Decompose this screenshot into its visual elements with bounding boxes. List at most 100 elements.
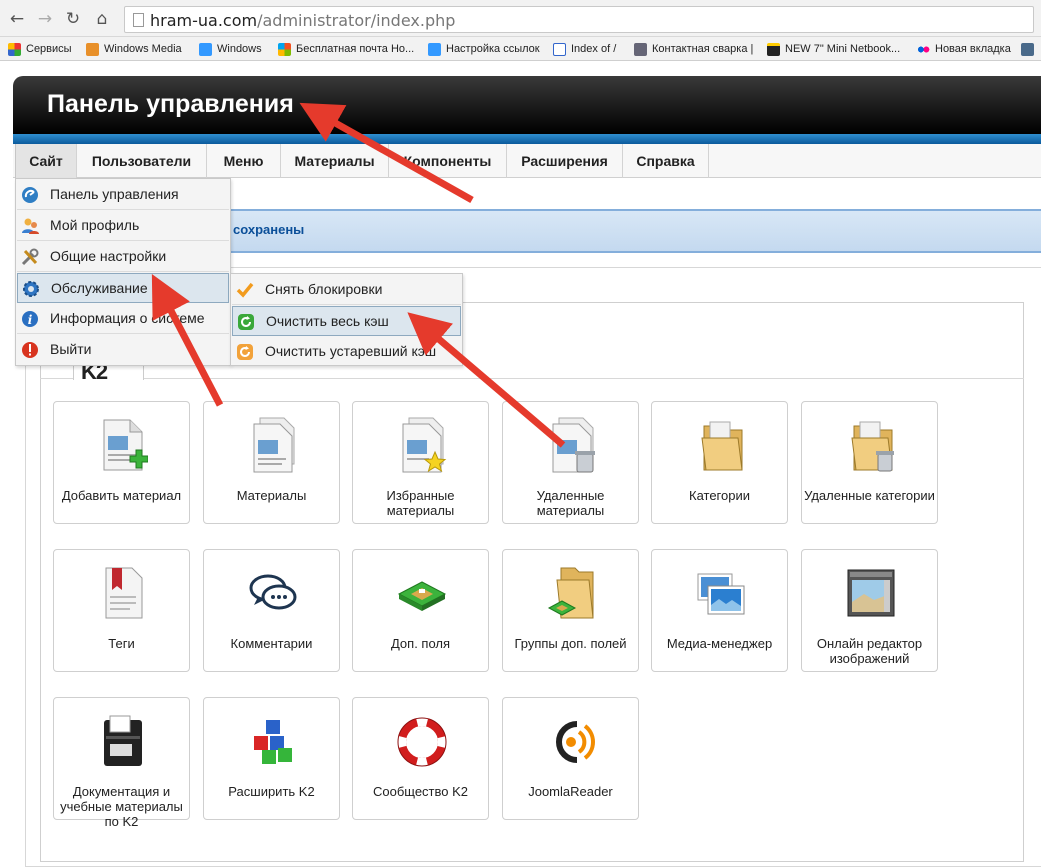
submenu-label: Снять блокировки — [265, 281, 383, 297]
dropdown-global-config[interactable]: Общие настройки — [17, 242, 229, 272]
dropdown-label: Информация о системе — [50, 310, 205, 326]
tile-label: Теги — [108, 636, 135, 651]
tile-joomlareader[interactable]: JoomlaReader — [502, 697, 639, 820]
dashboard-icon — [22, 187, 38, 203]
dropdown-label: Панель управления — [50, 186, 179, 202]
tile-comments[interactable]: Комментарии — [203, 549, 340, 672]
bookmark-settings-links[interactable]: Настройка ссылок — [428, 41, 540, 57]
featured-items-icon — [402, 417, 447, 473]
tile-label: Сообщество K2 — [372, 784, 469, 799]
windows-icon — [428, 43, 441, 56]
tile-media-manager[interactable]: Медиа-менеджер — [651, 549, 788, 672]
home-icon[interactable]: ⌂ — [91, 8, 113, 30]
back-icon[interactable]: ← — [6, 8, 28, 30]
bookmarks-bar: Сервисы Windows Media Windows Бесплатная… — [0, 37, 1041, 61]
menu-site[interactable]: Сайт — [15, 144, 77, 178]
windows-icon — [199, 43, 212, 56]
tile-extra-fields[interactable]: Доп. поля — [352, 549, 489, 672]
site-icon — [634, 43, 647, 56]
bookmark-windows-media[interactable]: Windows Media — [86, 41, 182, 57]
bookmark-netbook[interactable]: NEW 7" Mini Netbook... — [767, 41, 900, 57]
tags-icon — [105, 567, 143, 619]
extra-field-groups-icon — [547, 567, 594, 619]
dropdown-system-info[interactable]: i Информация о системе — [17, 304, 229, 334]
community-icon — [397, 717, 447, 767]
address-bar[interactable]: hram-ua.com/administrator/index.php — [124, 6, 1034, 33]
profile-icon — [22, 218, 39, 234]
tile-label: Избранные материалы — [386, 488, 455, 518]
bookmark-windows[interactable]: Windows — [199, 41, 262, 57]
shop-icon — [767, 43, 780, 56]
tile-label: Документация и учебные материалы по K2 — [60, 784, 183, 829]
tile-label: Добавить материал — [61, 488, 182, 503]
menu-content[interactable]: Материалы — [281, 144, 389, 178]
menu-menus[interactable]: Меню — [207, 144, 281, 178]
reload-icon[interactable]: ↻ — [62, 8, 84, 30]
dropdown-label: Обслуживание — [51, 280, 148, 296]
extra-fields-icon — [397, 581, 447, 611]
tile-documentation[interactable]: Документация и учебные материалы по K2 — [53, 697, 190, 829]
tile-label: Расширить K2 — [228, 784, 315, 799]
tile-categories[interactable]: Категории — [651, 401, 788, 524]
menu-help[interactable]: Справка — [623, 144, 709, 178]
info-icon: i — [22, 311, 38, 327]
tile-featured[interactable]: Избранные материалы — [352, 401, 489, 524]
globe-icon — [553, 43, 566, 56]
bookmark-camera[interactable] — [1021, 41, 1039, 57]
image-editor-icon — [847, 569, 895, 617]
tile-label: Удаленные материалы — [536, 488, 605, 518]
dropdown-control-panel[interactable]: Панель управления — [17, 180, 229, 210]
submenu-purge-expired-cache[interactable]: Очистить устаревший кэш — [232, 337, 461, 367]
main-menu: Сайт Пользователи Меню Материалы Компоне… — [13, 144, 1041, 178]
tile-label: Удаленные категории — [804, 488, 935, 503]
bookmark-services[interactable]: Сервисы — [8, 41, 72, 57]
maintenance-submenu: Снять блокировки Очистить весь кэш Очист… — [230, 273, 463, 366]
tile-community[interactable]: Сообщество K2 — [352, 697, 489, 820]
tile-items[interactable]: Материалы — [203, 401, 340, 524]
tile-label: Медиа-менеджер — [666, 636, 773, 651]
checkmark-icon — [236, 282, 254, 298]
menu-components[interactable]: Компоненты — [389, 144, 507, 178]
bookmark-welding[interactable]: Контактная сварка | — [634, 41, 753, 57]
page-title: Панель управления — [47, 90, 294, 118]
tile-label: Материалы — [236, 488, 307, 503]
dropdown-my-profile[interactable]: Мой профиль — [17, 211, 229, 241]
tile-extend-k2[interactable]: Расширить K2 — [203, 697, 340, 820]
submenu-global-checkin[interactable]: Снять блокировки — [232, 275, 461, 305]
tile-image-editor[interactable]: Онлайн редактор изображений — [801, 549, 938, 672]
site-dropdown: Панель управления Мой профиль Общие наст… — [15, 178, 231, 366]
submenu-clear-cache[interactable]: Очистить весь кэш — [232, 306, 461, 336]
tile-trashed-categories[interactable]: Удаленные категории — [801, 401, 938, 524]
microsoft-icon — [278, 43, 291, 56]
gear-icon — [23, 281, 39, 297]
tile-trashed-items[interactable]: Удаленные материалы — [502, 401, 639, 524]
bookmark-index[interactable]: Index of / — [553, 41, 616, 57]
dropdown-maintenance[interactable]: Обслуживание — [17, 273, 229, 303]
menu-users[interactable]: Пользователи — [77, 144, 207, 178]
tools-icon — [21, 248, 39, 266]
items-icon — [253, 417, 295, 473]
dropdown-label: Мой профиль — [50, 217, 140, 233]
dropdown-label: Выйти — [50, 341, 92, 357]
dropdown-logout[interactable]: Выйти — [17, 335, 229, 365]
tile-tags[interactable]: Теги — [53, 549, 190, 672]
tile-extra-field-groups[interactable]: Группы доп. полей — [502, 549, 639, 672]
submenu-label: Очистить весь кэш — [266, 313, 389, 329]
tile-label: Доп. поля — [390, 636, 451, 651]
tile-add-item[interactable]: Добавить материал — [53, 401, 190, 524]
tile-label: Категории — [689, 488, 750, 503]
comments-icon — [249, 574, 297, 610]
bookmark-new-tab[interactable]: Новая вкладка — [917, 41, 1011, 57]
tile-label: JoomlaReader — [528, 784, 613, 799]
trashed-items-icon — [552, 417, 595, 473]
flickr-icon — [917, 43, 930, 56]
trashed-categories-icon — [851, 421, 894, 472]
page-icon — [133, 13, 144, 27]
bookmark-mail[interactable]: Бесплатная почта Но... — [278, 41, 414, 57]
admin-page: Панель управления Сайт Пользователи Меню… — [0, 61, 1041, 867]
extend-icon — [254, 720, 292, 764]
url-text: hram-ua.com/administrator/index.php — [150, 11, 456, 30]
camera-icon — [1021, 43, 1034, 56]
forward-icon[interactable]: → — [34, 8, 56, 30]
menu-extensions[interactable]: Расширения — [507, 144, 623, 178]
